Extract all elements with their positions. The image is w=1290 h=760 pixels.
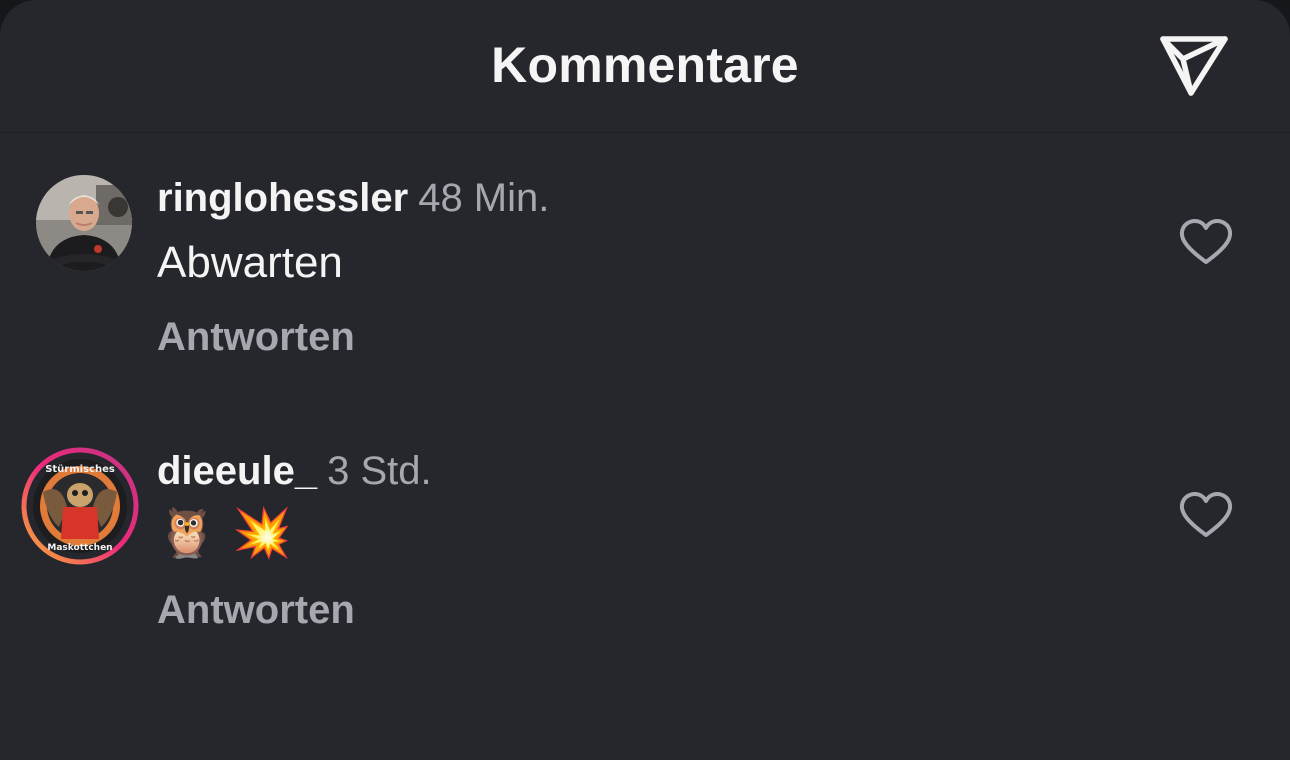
reply-button[interactable]: Antworten [157, 588, 355, 633]
heart-outline-icon [1179, 492, 1233, 537]
avatar[interactable]: Stürmisches Maskottchen [21, 447, 139, 565]
comment-time: 3 Std. [327, 449, 432, 493]
like-button[interactable] [1178, 491, 1234, 541]
like-button[interactable] [1178, 218, 1234, 268]
paper-plane-icon [1160, 36, 1228, 96]
reply-button[interactable]: Antworten [157, 315, 355, 360]
heart-outline-icon [1179, 219, 1233, 264]
page-title: Kommentare [491, 37, 799, 93]
profile-photo [36, 175, 132, 271]
comment-text: Abwarten [157, 238, 343, 287]
share-button[interactable] [1154, 30, 1234, 100]
username[interactable]: ringlohessler [157, 176, 408, 220]
comments-sheet: Kommentare ringlohessler 48 Min. Abwarte… [0, 0, 1290, 760]
comment-time: 48 Min. [418, 176, 550, 220]
username[interactable]: dieeule_ [157, 449, 317, 493]
story-ring-avatar: Stürmisches Maskottchen [21, 447, 139, 565]
avatar[interactable] [36, 175, 132, 271]
comment-text: 🦉 💥 [157, 505, 292, 561]
svg-text:Maskottchen: Maskottchen [47, 543, 112, 553]
comment-meta: ringlohessler 48 Min. [157, 176, 549, 221]
comments-header: Kommentare [0, 0, 1290, 133]
comment-meta: dieeule_ 3 Std. [157, 449, 432, 494]
svg-text:Stürmisches: Stürmisches [45, 464, 115, 475]
